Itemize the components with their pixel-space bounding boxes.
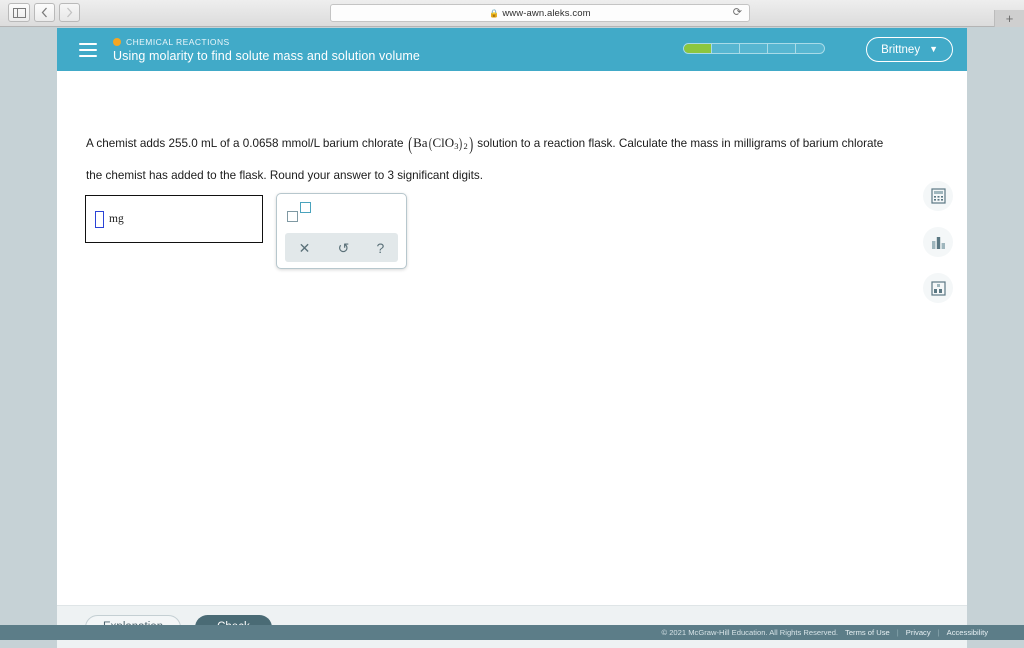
hamburger-menu-icon[interactable] [75, 37, 101, 63]
progress-indicator [683, 43, 825, 54]
clear-icon[interactable]: ✕ [299, 241, 311, 255]
url-text: www-awn.aleks.com [502, 7, 591, 19]
aleks-app-window: CHEMICAL REACTIONS Using molarity to fin… [57, 28, 967, 648]
terms-link[interactable]: Terms of Use [845, 628, 890, 637]
footer-separator: | [896, 628, 899, 637]
browser-nav-group [8, 3, 80, 22]
help-icon[interactable]: ? [377, 241, 385, 255]
accessibility-link[interactable]: Accessibility [947, 628, 988, 637]
progress-track [683, 43, 825, 54]
privacy-link[interactable]: Privacy [906, 628, 931, 637]
question-text: A chemist adds 255.0 mL of a 0.0658 mmol… [86, 128, 926, 191]
problem-content: A chemist adds 255.0 mL of a 0.0658 mmol… [57, 71, 967, 605]
footer-separator: | [937, 628, 940, 637]
user-menu-button[interactable]: Brittney ▼ [866, 37, 953, 62]
question-part-3: solution to a reaction flask. Calculate … [477, 137, 884, 150]
chemical-formula: (Ba(ClO3)2) [407, 134, 473, 155]
new-tab-button[interactable]: + [994, 10, 1024, 27]
back-button[interactable] [34, 3, 55, 22]
periodic-table-icon[interactable] [923, 273, 953, 303]
breadcrumb: CHEMICAL REACTIONS [113, 37, 420, 47]
progress-segment [796, 44, 824, 53]
chevron-down-icon: ▼ [929, 44, 938, 54]
math-tool-palette: ✕ ↺ ? [276, 193, 407, 269]
question-part-1: A chemist adds 255.0 mL of a 0.0658 [86, 137, 279, 150]
copyright-text: © 2021 McGraw-Hill Education. All Rights… [661, 628, 839, 637]
forward-button [59, 3, 80, 22]
browser-chrome: 🔒 www-awn.aleks.com ⟳ + [0, 0, 1024, 27]
header-title-block: CHEMICAL REACTIONS Using molarity to fin… [113, 37, 420, 63]
app-header: CHEMICAL REACTIONS Using molarity to fin… [57, 28, 967, 71]
reload-icon[interactable]: ⟳ [733, 7, 742, 19]
lock-icon: 🔒 [489, 8, 500, 18]
progress-segment [712, 44, 740, 53]
undo-icon[interactable]: ↺ [338, 241, 350, 255]
page-title: Using molarity to find solute mass and s… [113, 48, 420, 63]
footer-left-strip [0, 625, 57, 640]
progress-segment [684, 44, 712, 53]
question-part-2: mmol/L barium chlorate [281, 137, 404, 150]
page-footer: © 2021 McGraw-Hill Education. All Rights… [57, 625, 1024, 640]
answer-input[interactable]: mg [85, 195, 263, 243]
progress-segment [768, 44, 796, 53]
empty-answer-slot[interactable] [95, 210, 104, 228]
topic-dot-icon [113, 37, 121, 46]
user-name: Brittney [881, 43, 921, 56]
palette-actions-row: ✕ ↺ ? [285, 233, 398, 262]
bar-chart-icon[interactable] [923, 227, 953, 257]
answer-unit-label: mg [109, 213, 124, 225]
breadcrumb-label: CHEMICAL REACTIONS [126, 36, 230, 47]
tool-rail [923, 181, 953, 303]
palette-symbols-row [277, 194, 406, 233]
exponent-icon[interactable] [287, 202, 317, 224]
exponent-power-box [300, 202, 311, 213]
progress-segment [740, 44, 768, 53]
sidebar-panel-icon[interactable] [8, 3, 30, 22]
exponent-base-box [287, 211, 298, 222]
calculator-icon[interactable] [923, 181, 953, 211]
address-bar[interactable]: 🔒 www-awn.aleks.com ⟳ [330, 4, 750, 22]
question-part-4: the chemist has added to the flask. Roun… [86, 169, 483, 182]
